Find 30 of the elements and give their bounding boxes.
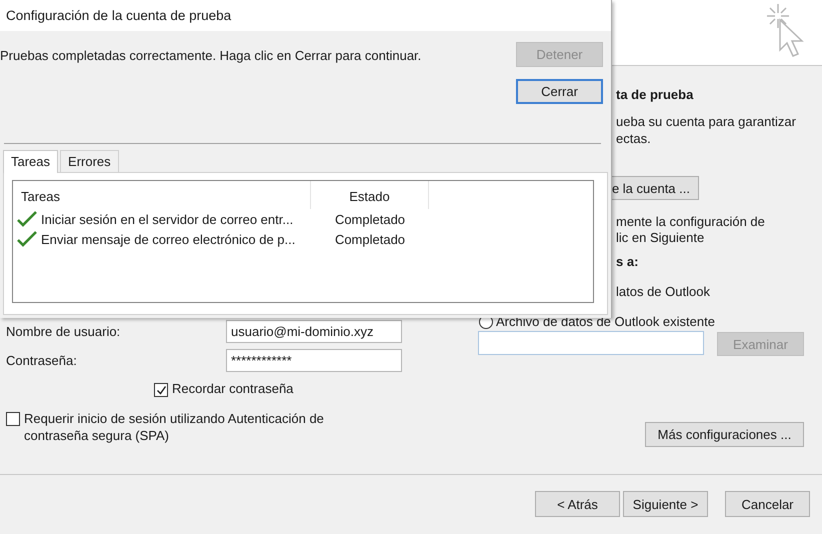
field-label: Contraseña: [6, 353, 78, 368]
path-field[interactable] [478, 331, 704, 355]
tab[interactable]: Errores [60, 150, 119, 172]
note-text: mente la configuración de lic en Siguiente [616, 214, 766, 246]
status-message: Pruebas completadas correctamente. Haga clic en Cerrar para continuar. [0, 47, 422, 62]
password-field[interactable]: ************ [226, 349, 402, 372]
section-heading: s a: [616, 254, 640, 271]
table-cell: Completado [334, 232, 406, 246]
radio-label: Archivo de datos de Outlook existente [496, 314, 715, 329]
checkbox-label: Requerir inicio de sesión utilizando Autenticación de contraseña segura (SPA) [24, 410, 325, 444]
radio-label: latos de Outlook [616, 284, 711, 301]
window-title: Configuración de la cuenta de prueba [0, 0, 611, 31]
description-text: ueba su cuenta para garantizar ectas. [616, 113, 797, 147]
input-field[interactable]: usuario@mi-dominio.xyz [226, 320, 402, 343]
column-header[interactable]: Estado [311, 181, 429, 209]
section-heading: ta de prueba [616, 87, 694, 104]
table-cell: Enviar mensaje de correo electrónico de p... [41, 232, 296, 246]
dialog-button[interactable]: Cerrar [516, 79, 603, 104]
field-label: Nombre de usuario: [6, 324, 122, 339]
column-header[interactable]: Tareas [13, 181, 311, 209]
nav-button[interactable]: < Atrás [535, 491, 620, 517]
table-cell: Iniciar sesión en el servidor de correo entr... [41, 212, 294, 226]
checkbox[interactable] [6, 412, 20, 426]
checkbox-label: Recordar contraseña [172, 381, 294, 396]
nav-button[interactable]: Siguiente > [623, 491, 708, 517]
nav-button[interactable]: Cancelar [725, 491, 810, 517]
more-settings-button[interactable]: Más configuraciones ... [645, 422, 804, 447]
table-cell: Completado [334, 212, 406, 226]
checkbox[interactable] [154, 383, 168, 397]
tab[interactable]: Tareas [3, 150, 58, 173]
